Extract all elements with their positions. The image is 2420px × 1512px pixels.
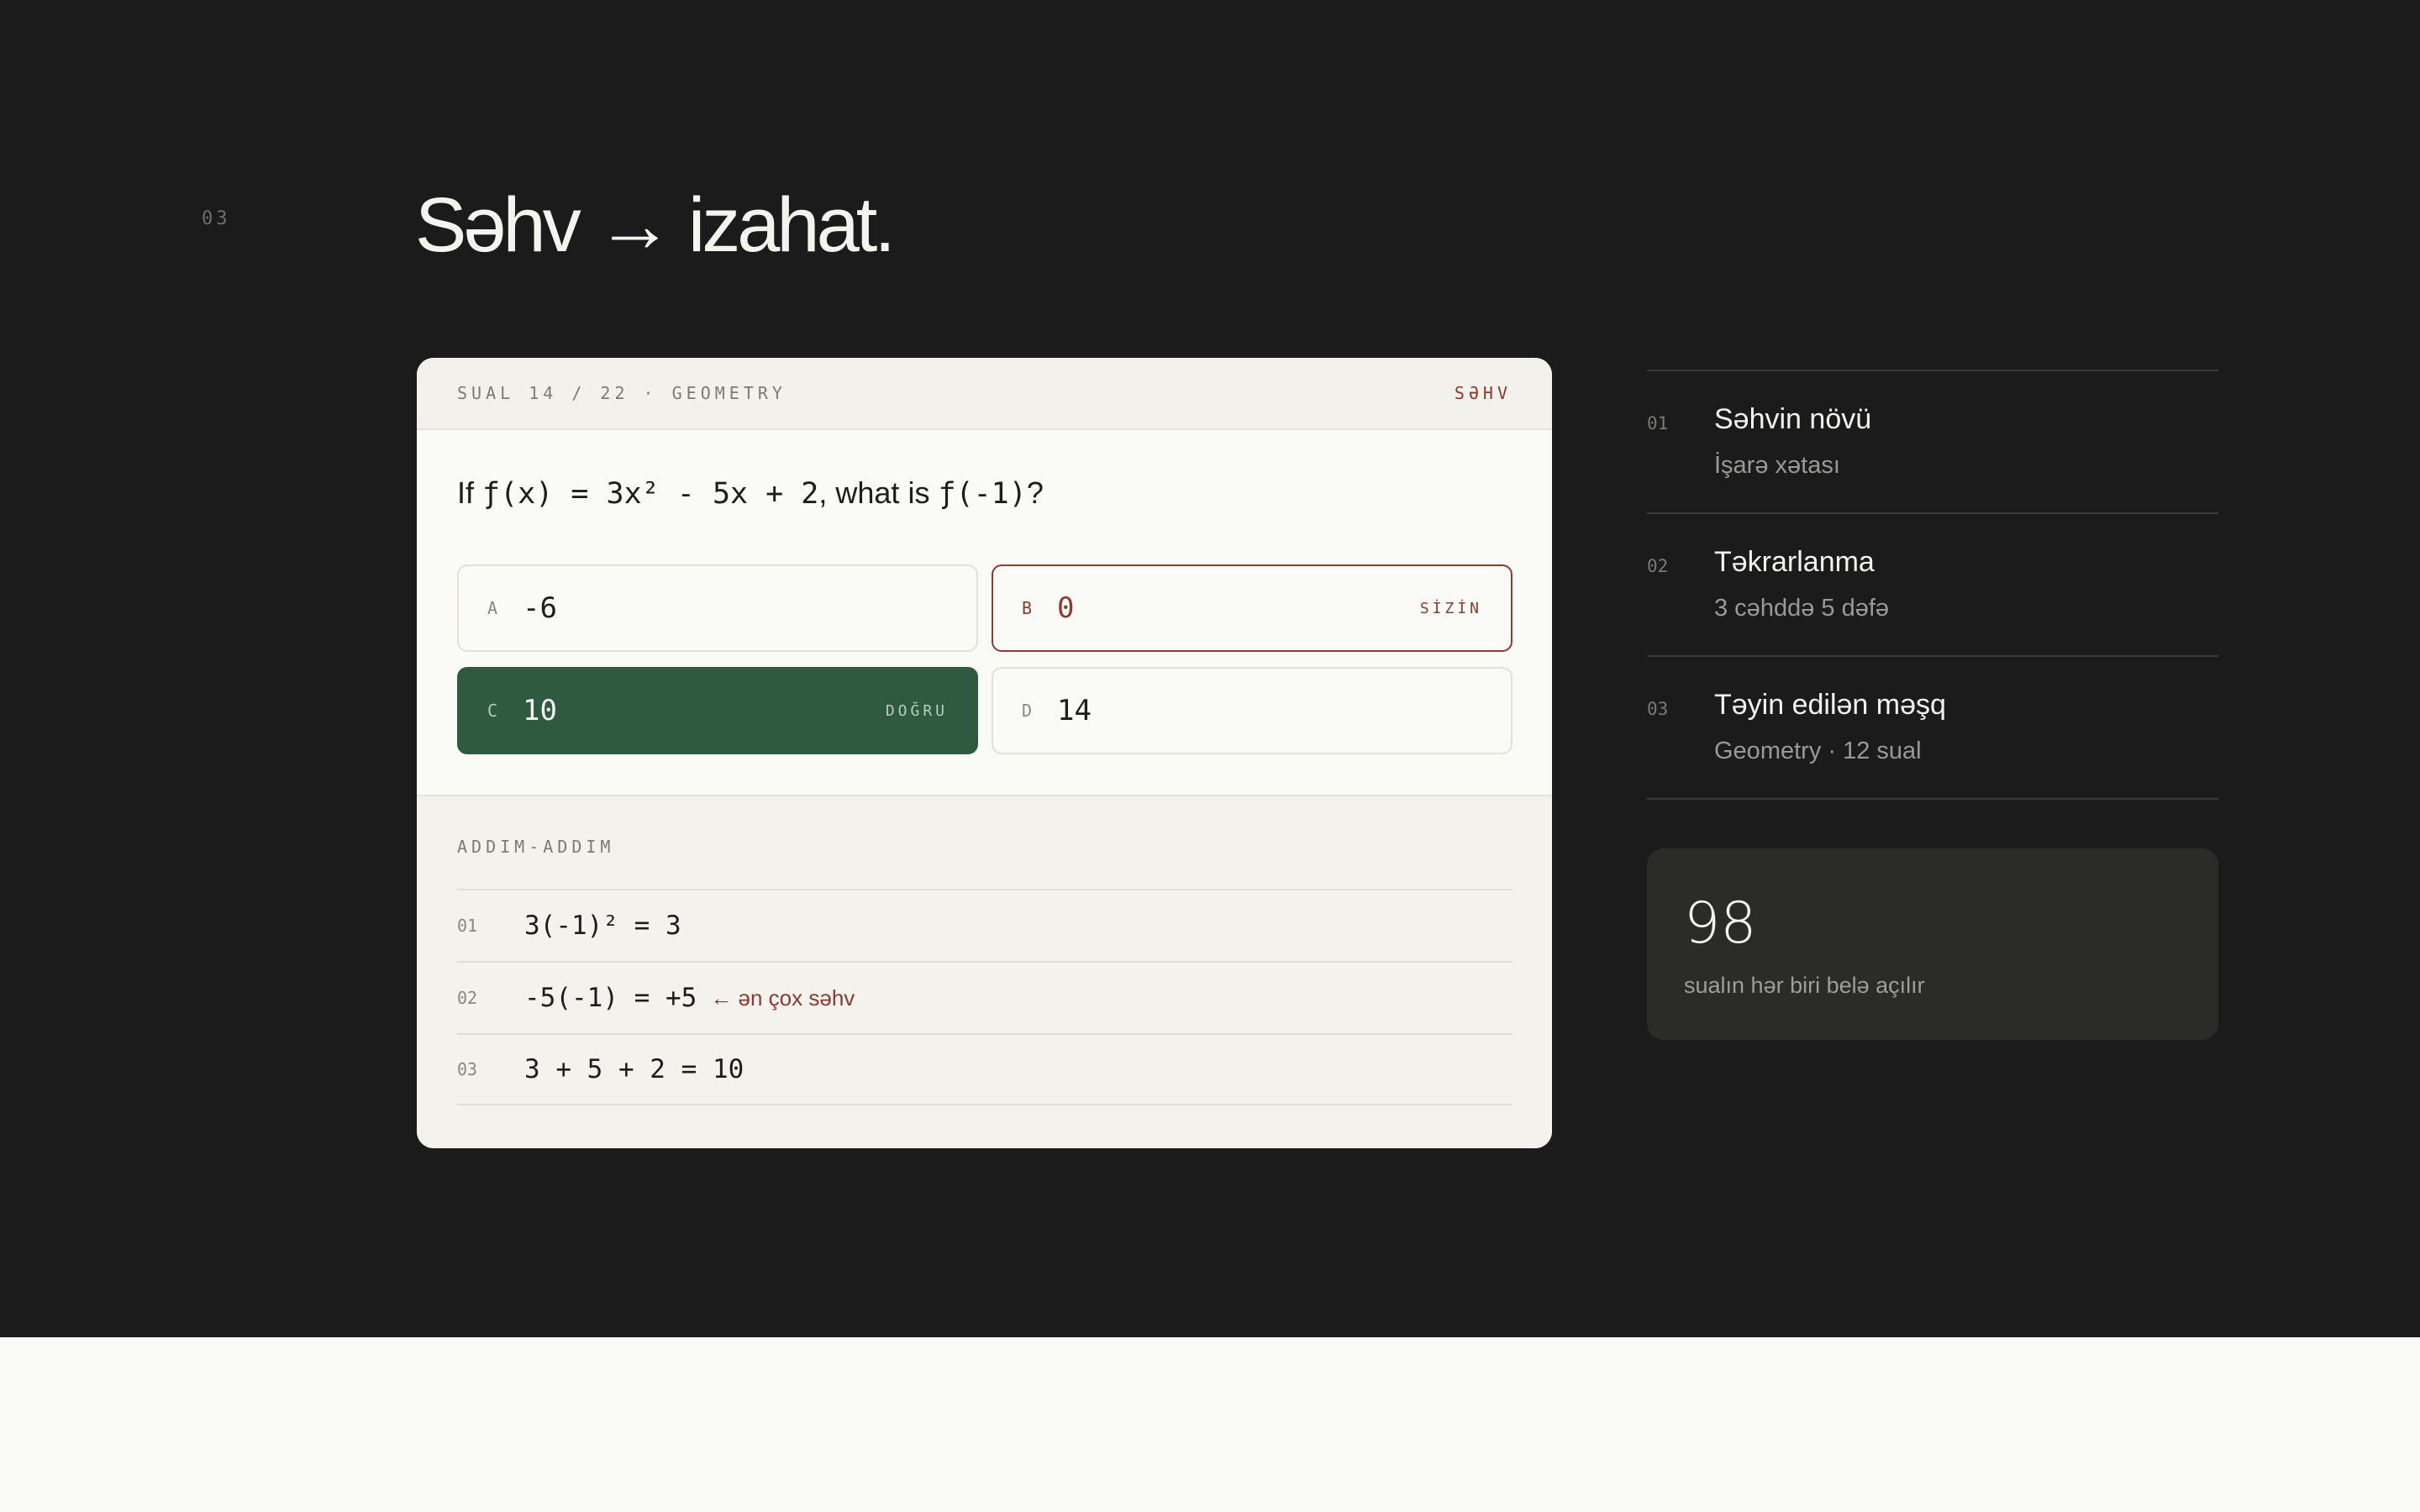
- steps-title: ADDIM-ADDIM: [457, 837, 615, 857]
- step-number: 03: [457, 1059, 478, 1079]
- your-answer-tag: SİZİN: [1419, 599, 1482, 617]
- question-card: SUAL 14 / 22 · GEOMETRY SƏHV If ƒ(x) = 3…: [417, 358, 1552, 1148]
- step-row: 02 -5(-1) = +5 ← ən çox səhv: [457, 961, 1512, 1033]
- solution-steps: ADDIM-ADDIM 01 3(-1)² = 3 02 -5(-1) = +5…: [417, 795, 1552, 1148]
- option-letter: C: [487, 701, 498, 721]
- question-middle: , what is: [818, 475, 939, 510]
- item-number: 03: [1647, 699, 1669, 719]
- item-title: Təyin edilən məşq: [1714, 689, 1946, 721]
- option-value: 14: [1057, 694, 1092, 727]
- question-suffix: ?: [1026, 475, 1044, 510]
- item-subtitle: Geometry · 12 sual: [1714, 738, 1922, 764]
- step-expression: 3 + 5 + 2 = 10: [524, 1054, 744, 1084]
- answer-option-d[interactable]: D 14: [992, 667, 1512, 754]
- option-letter: D: [1022, 701, 1033, 721]
- step-expression: 3(-1)² = 3: [524, 911, 681, 941]
- item-number: 01: [1647, 413, 1669, 433]
- step-expression: -5(-1) = +5: [524, 983, 697, 1013]
- step-number: 01: [457, 916, 478, 936]
- list-item: 01 Səhvin növü İşarə xətası: [1647, 370, 2218, 512]
- correct-answer-tag: DOĞRU: [885, 701, 948, 720]
- stat-card: 98 sualın hər biri belə açılır: [1647, 848, 2218, 1040]
- question-target: ƒ(-1): [938, 477, 1027, 511]
- mistake-details-list: 01 Səhvin növü İşarə xətası 02 Təkrarlan…: [1647, 370, 2218, 800]
- option-value: 10: [523, 694, 557, 727]
- list-item: 02 Təkrarlanma 3 cəhddə 5 dəfə: [1647, 512, 2218, 655]
- stat-label: sualın hər biri belə açılır: [1684, 973, 1925, 998]
- question-function: ƒ(x) = 3x² - 5x + 2: [482, 477, 819, 511]
- step-row: 03 3 + 5 + 2 = 10: [457, 1033, 1512, 1105]
- list-item: 03 Təyin edilən məşq Geometry · 12 sual: [1647, 655, 2218, 800]
- item-title: Səhvin növü: [1714, 403, 1872, 435]
- question-prefix: If: [457, 475, 483, 510]
- card-header: SUAL 14 / 22 · GEOMETRY SƏHV: [417, 358, 1552, 430]
- item-subtitle: İşarə xətası: [1714, 452, 1840, 479]
- step-row: 01 3(-1)² = 3: [457, 889, 1512, 961]
- item-number: 02: [1647, 556, 1669, 576]
- page-title: Səhv → izahat.: [415, 182, 896, 268]
- option-value: 0: [1057, 591, 1075, 625]
- status-badge: SƏHV: [1454, 383, 1512, 403]
- question-meta: SUAL 14 / 22 · GEOMETRY: [457, 383, 786, 403]
- answer-option-b[interactable]: B 0 SİZİN: [992, 564, 1512, 652]
- common-mistake-note: ← ən çox səhv: [710, 984, 855, 1011]
- answer-option-c[interactable]: C 10 DOĞRU: [457, 667, 978, 754]
- option-letter: A: [487, 598, 498, 618]
- option-letter: B: [1022, 598, 1033, 618]
- item-title: Təkrarlanma: [1714, 546, 1875, 578]
- question-text: If ƒ(x) = 3x² - 5x + 2, what is ƒ(-1)?: [457, 475, 1044, 511]
- item-subtitle: 3 cəhddə 5 dəfə: [1714, 595, 1890, 622]
- option-value: -6: [523, 591, 557, 625]
- stat-value: 98: [1684, 890, 1757, 957]
- answer-option-a[interactable]: A -6: [457, 564, 978, 652]
- section-number: 03: [202, 208, 231, 229]
- step-number: 02: [457, 988, 478, 1008]
